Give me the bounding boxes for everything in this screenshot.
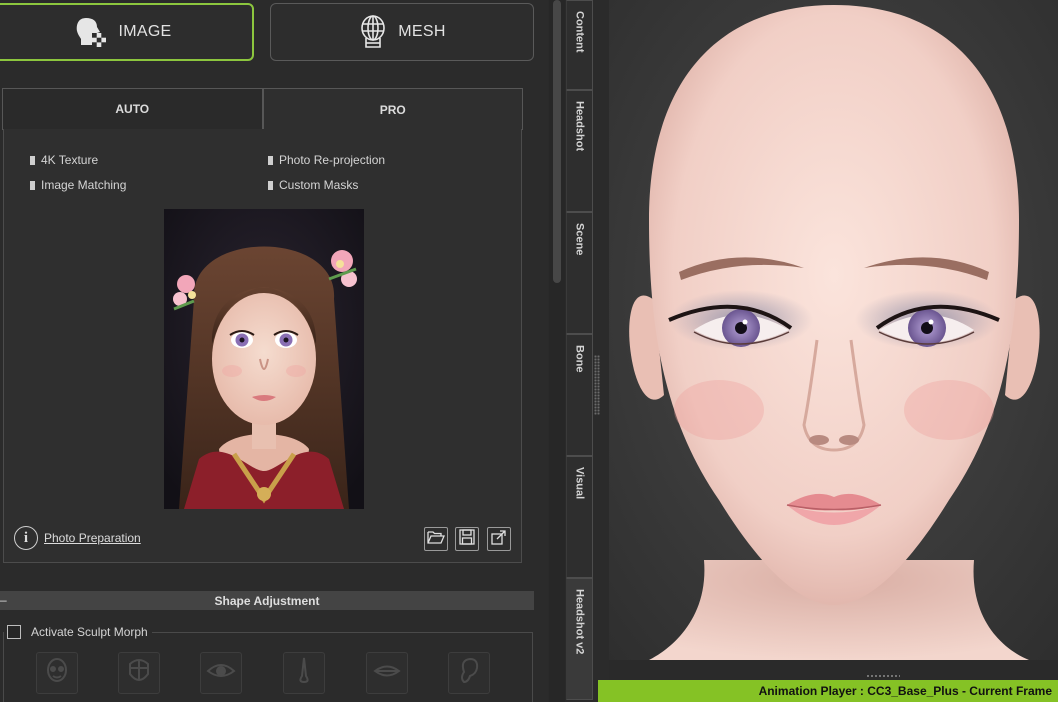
headshot-panel: IMAGE MESH AUTO PRO 4K Texture Photo Re-…: [0, 0, 548, 702]
splitter-grip[interactable]: [594, 355, 600, 415]
mesh-mode-button[interactable]: MESH: [270, 3, 534, 61]
morph-eye-icon: [206, 661, 236, 686]
save-button[interactable]: [455, 527, 479, 551]
viewport-grip[interactable]: [866, 674, 900, 678]
photo-preparation-link[interactable]: Photo Preparation: [44, 531, 141, 545]
feature-label: Custom Masks: [279, 178, 359, 192]
morph-face-button[interactable]: [118, 652, 160, 694]
morph-ear-icon: [458, 656, 480, 691]
tab-auto[interactable]: AUTO: [2, 88, 263, 130]
bullet-icon: [30, 155, 35, 165]
feature-item: Custom Masks: [268, 178, 358, 192]
morph-face-icon: [125, 656, 153, 691]
source-photo[interactable]: [164, 209, 364, 509]
image-mode-label: IMAGE: [118, 23, 172, 40]
feature-item: Image Matching: [30, 178, 126, 192]
tab-content[interactable]: Content: [566, 0, 593, 90]
sculpt-morph-row: Activate Sculpt Morph: [7, 625, 148, 639]
tab-headshot[interactable]: Headshot: [566, 90, 593, 212]
save-icon: [459, 528, 475, 550]
feature-label: 4K Texture: [41, 153, 99, 167]
shape-adjustment-header[interactable]: Shape Adjustment: [0, 591, 534, 610]
info-icon[interactable]: i: [14, 526, 38, 550]
bullet-icon: [268, 180, 273, 190]
export-icon: [491, 529, 507, 550]
photo-face-icon: [74, 15, 108, 49]
tab-headshot-v2[interactable]: Headshot v2: [566, 578, 593, 700]
tab-pro[interactable]: PRO: [262, 88, 523, 130]
side-tabs: Content Headshot Scene Bone Visual Heads…: [566, 0, 593, 702]
feature-label: Image Matching: [41, 178, 127, 192]
morph-head-button[interactable]: [36, 652, 78, 694]
morph-eye-button[interactable]: [200, 652, 242, 694]
animation-player-status: Animation Player : CC3_Base_Plus - Curre…: [598, 680, 1058, 702]
morph-nose-icon: [294, 656, 314, 691]
sculpt-morph-checkbox[interactable]: [7, 625, 21, 639]
3d-viewport[interactable]: [609, 0, 1058, 660]
mesh-mode-label: MESH: [398, 23, 446, 40]
scrollbar-thumb[interactable]: [553, 0, 561, 283]
feature-item: 4K Texture: [30, 153, 98, 167]
photo-preparation: i Photo Preparation: [14, 526, 141, 550]
bullet-icon: [30, 180, 35, 190]
pro-tab-content: 4K Texture Photo Re-projection Image Mat…: [3, 129, 522, 563]
image-mode-button[interactable]: IMAGE: [0, 3, 254, 61]
collapse-icon[interactable]: –: [0, 591, 8, 610]
open-photo-button[interactable]: [424, 527, 448, 551]
splitter[interactable]: [593, 0, 609, 702]
open-folder-icon: [427, 530, 445, 549]
feature-item: Photo Re-projection: [268, 153, 385, 167]
morph-head-icon: [43, 656, 71, 691]
feature-label: Photo Re-projection: [279, 153, 386, 167]
bullet-icon: [268, 155, 273, 165]
morph-ear-button[interactable]: [448, 652, 490, 694]
tab-bone[interactable]: Bone: [566, 334, 593, 456]
mesh-head-icon: [358, 15, 388, 49]
morph-mouth-icon: [372, 662, 402, 685]
export-button[interactable]: [487, 527, 511, 551]
sculpt-morph-label: Activate Sculpt Morph: [31, 625, 148, 639]
morph-mouth-button[interactable]: [366, 652, 408, 694]
tab-scene[interactable]: Scene: [566, 212, 593, 334]
tab-visual[interactable]: Visual: [566, 456, 593, 578]
group-divider: [152, 632, 533, 633]
morph-nose-button[interactable]: [283, 652, 325, 694]
mode-tabs: AUTO PRO: [2, 88, 523, 130]
